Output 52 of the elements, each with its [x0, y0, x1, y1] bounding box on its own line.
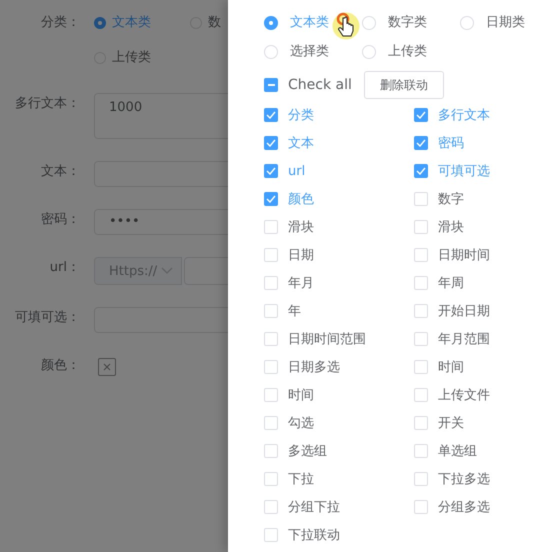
checkbox-label[interactable]: 上传文件	[438, 386, 490, 404]
checkbox-label[interactable]: 日期时间范围	[288, 330, 366, 348]
radio-label[interactable]: 选择类	[290, 41, 329, 63]
checkbox-label[interactable]: 时间	[288, 386, 314, 404]
checkbox-label[interactable]: 年月	[288, 274, 314, 292]
checkbox-label[interactable]: 年周	[438, 274, 464, 292]
remove-link-button[interactable]: 删除联动	[364, 71, 444, 99]
checkbox-label[interactable]: 分组多选	[438, 498, 490, 516]
checkbox[interactable]	[264, 192, 278, 206]
checkbox-label[interactable]: 勾选	[288, 414, 314, 432]
checkbox-label[interactable]: 下拉	[288, 470, 314, 488]
field-label: 多行文本：	[14, 95, 81, 113]
checkbox-label[interactable]: 滑块	[288, 218, 314, 236]
checkbox-label[interactable]: 日期	[288, 246, 314, 264]
radio-button[interactable]	[264, 16, 278, 30]
radio-label[interactable]: 上传类	[112, 47, 151, 69]
radio-label[interactable]: 日期类	[486, 12, 525, 34]
checkbox-label[interactable]: 日期时间	[438, 246, 490, 264]
checkbox-label[interactable]: 滑块	[438, 218, 464, 236]
field-label: 文本：	[40, 163, 81, 181]
checkbox-label[interactable]: 年月范围	[438, 330, 490, 348]
checkbox-label[interactable]: 时间	[438, 358, 464, 376]
chevron-down-icon	[161, 267, 173, 275]
checkbox[interactable]	[264, 164, 278, 178]
field-label: 密码：	[40, 211, 81, 229]
checkbox-label[interactable]: 日期多选	[288, 358, 340, 376]
checkbox[interactable]	[414, 136, 428, 150]
radio-label[interactable]: 数	[208, 12, 221, 34]
radio-button[interactable]	[94, 17, 106, 29]
field-label: 可填可选：	[14, 309, 81, 327]
checkbox-label[interactable]: Check all	[288, 77, 352, 93]
checkbox[interactable]	[264, 108, 278, 122]
field-label: 颜色：	[40, 357, 81, 375]
checkbox[interactable]	[264, 136, 278, 150]
close-icon	[103, 363, 111, 371]
checkbox-label[interactable]: 开关	[438, 414, 464, 432]
checkbox-label[interactable]: 单选组	[438, 442, 477, 460]
checkbox-label[interactable]: 多选组	[288, 442, 327, 460]
checkbox-label[interactable]: 分组下拉	[288, 498, 340, 516]
radio-label[interactable]: 数字类	[388, 12, 427, 34]
field-label: url：	[48, 259, 81, 277]
checkbox[interactable]	[264, 78, 278, 92]
checkbox[interactable]	[414, 164, 428, 178]
checkbox-label[interactable]: 开始日期	[438, 302, 490, 320]
checkbox-label[interactable]: 下拉联动	[288, 526, 340, 544]
checkbox-label[interactable]: 数字	[438, 190, 464, 208]
color-picker[interactable]	[98, 358, 116, 376]
checkbox[interactable]	[414, 108, 428, 122]
field-label: 分类：	[40, 14, 81, 32]
radio-label[interactable]: 上传类	[388, 41, 427, 63]
checkbox-label[interactable]: 下拉多选	[438, 470, 490, 488]
checkbox-label[interactable]: 年	[288, 302, 301, 320]
